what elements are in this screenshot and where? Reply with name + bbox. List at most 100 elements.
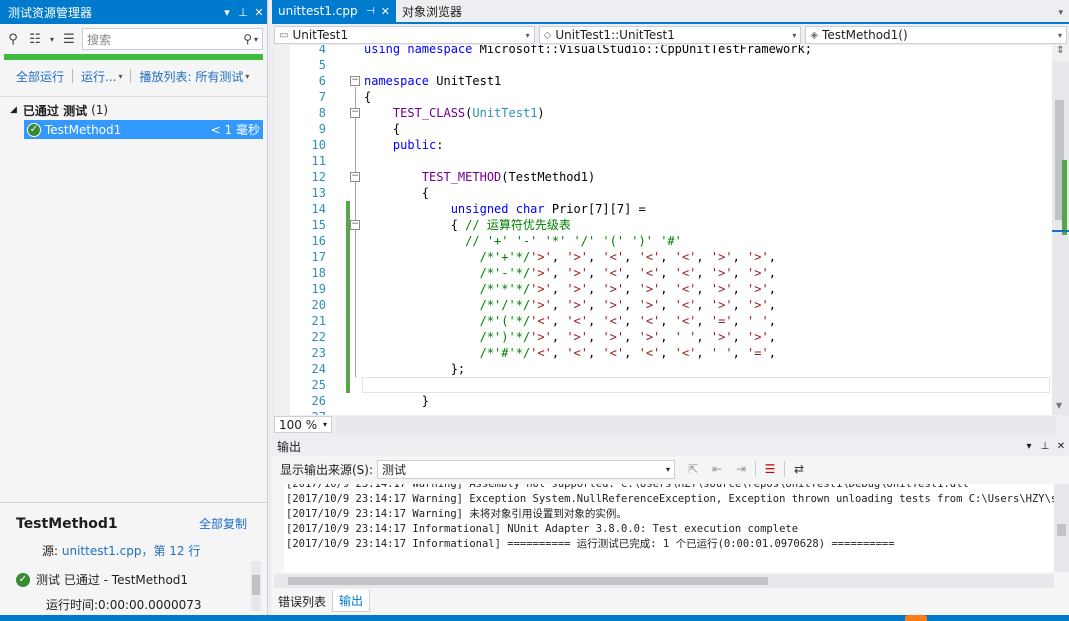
line-number: 26: [311, 394, 326, 408]
line-number: 14: [311, 202, 326, 216]
code-editor[interactable]: 4 5 6 7 8 9 10 11 12 13 14 15 16 17 18 1…: [274, 45, 1052, 415]
document-tab-strip: unittest1.cpp ⊣ ✕ 对象浏览器 ▾: [272, 0, 1069, 24]
test-item[interactable]: ✓ TestMethod1 < 1 毫秒: [24, 120, 263, 139]
test-progress-bar: [4, 54, 263, 60]
output-vertical-scrollbar[interactable]: [1054, 484, 1069, 572]
result-text: 测试 已通过 - TestMethod1: [36, 573, 189, 587]
chevron-down-icon[interactable]: ▾: [48, 30, 56, 48]
clear-all-icon[interactable]: ☰: [760, 460, 780, 478]
pin-icon[interactable]: ⊥: [235, 6, 251, 19]
zoom-combo[interactable]: 100 % ▾: [274, 416, 332, 433]
scroll-thumb[interactable]: [288, 577, 768, 585]
zoom-value: 100 %: [279, 417, 318, 432]
line-number: 6: [318, 74, 326, 88]
source-link[interactable]: unittest1.cpp，第 12 行: [62, 544, 200, 558]
collapse-icon[interactable]: −: [350, 76, 360, 86]
output-text[interactable]: [2017/10/9 23:14:17 Warning] Assembly no…: [284, 484, 1054, 572]
detail-scrollbar[interactable]: [251, 561, 261, 611]
chevron-down-icon[interactable]: ▾: [245, 72, 249, 81]
code-line: /*'('*/'<', '<', '<', '<', '<', '=', ' '…: [479, 314, 776, 328]
change-map-marker: [1062, 160, 1067, 235]
chevron-down-icon[interactable]: ▾: [1058, 8, 1063, 18]
expand-triangle-icon[interactable]: ◢: [10, 105, 17, 115]
scroll-thumb[interactable]: [252, 575, 260, 595]
code-line: { // 运算符优先级表: [364, 218, 571, 232]
line-number: 15: [311, 218, 326, 232]
dropdown-icon[interactable]: ▾: [1021, 441, 1037, 452]
method-icon: ◈: [810, 29, 819, 41]
scope-combo[interactable]: ◇ UnitTest1::UnitTest1 ▾: [538, 26, 802, 44]
chevron-down-icon[interactable]: ▾: [1058, 31, 1062, 40]
copy-all-link[interactable]: 全部复制: [199, 515, 247, 532]
output-source-value: 测试: [382, 462, 407, 477]
code-line: {: [364, 122, 401, 136]
search-icon[interactable]: ⚲: [243, 32, 252, 46]
code-line: public:: [392, 138, 444, 152]
line-number: 5: [318, 58, 326, 72]
goto-previous-icon[interactable]: ⇱: [683, 460, 703, 478]
chevron-down-icon[interactable]: ▾: [254, 35, 258, 44]
output-line: [2017/10/9 23:14:17 Warning] Assembly no…: [286, 484, 969, 490]
pin-icon[interactable]: ⊣: [366, 6, 375, 17]
word-wrap-icon[interactable]: ⇄: [789, 460, 809, 478]
hierarchy-icon[interactable]: ☰: [60, 30, 78, 48]
code-line: }: [364, 394, 430, 408]
test-name: TestMethod1: [45, 122, 122, 137]
chevron-down-icon[interactable]: ▾: [666, 465, 670, 474]
goto-next-icon[interactable]: ⇤: [707, 460, 727, 478]
group-label: 已通过 测试: [22, 103, 88, 118]
output-source-label: 显示输出来源(S):: [280, 462, 374, 477]
status-bar: [0, 615, 1069, 621]
tab-output[interactable]: 输出: [332, 590, 371, 612]
close-icon[interactable]: ✕: [381, 5, 390, 18]
find-message-icon[interactable]: ⇥: [731, 460, 751, 478]
line-number: 22: [311, 330, 326, 344]
member-combo[interactable]: ◈ TestMethod1() ▾: [805, 26, 1067, 44]
tab-unittest1-cpp[interactable]: unittest1.cpp ⊣ ✕: [272, 0, 396, 22]
pin-icon[interactable]: ⊥: [1037, 441, 1053, 452]
divider: [784, 461, 786, 477]
group-by-icon[interactable]: ⚲: [4, 30, 22, 48]
detail-result: ✓ 测试 已通过 - TestMethod1: [16, 571, 267, 588]
run-link[interactable]: 运行...: [81, 68, 116, 85]
editor-horizontal-scrollbar[interactable]: [336, 416, 1056, 433]
caret-position-marker: [1052, 230, 1069, 232]
run-all-link[interactable]: 全部运行: [16, 68, 64, 85]
close-icon[interactable]: ✕: [1053, 441, 1069, 452]
output-horizontal-scrollbar[interactable]: [274, 574, 1054, 588]
code-line: using namespace Microsoft::VisualStudio:…: [364, 45, 812, 56]
editor-vertical-scrollbar[interactable]: ⇕ ▼: [1052, 45, 1069, 415]
passed-tests-group[interactable]: ◢ 已通过 测试 (1): [0, 101, 267, 119]
tab-object-browser[interactable]: 对象浏览器: [396, 0, 468, 22]
chevron-down-icon[interactable]: ▾: [792, 31, 796, 40]
notification-indicator[interactable]: [905, 615, 927, 621]
close-icon[interactable]: ✕: [251, 6, 267, 19]
collapse-icon[interactable]: −: [350, 108, 360, 118]
line-number: 18: [311, 266, 326, 280]
output-source-combo[interactable]: 测试 ▾: [377, 459, 676, 479]
detail-source: 源: unittest1.cpp，第 12 行: [42, 542, 267, 559]
chevron-down-icon[interactable]: ▼: [1056, 401, 1062, 410]
code-line: TEST_CLASS(UnitTest1): [392, 106, 545, 120]
chevron-down-icon[interactable]: ▾: [323, 420, 327, 429]
test-actions: 全部运行 运行... ▾ 播放列表: 所有测试 ▾: [0, 64, 267, 88]
collapse-icon[interactable]: −: [350, 220, 360, 230]
indicator-margin: [274, 45, 290, 415]
divider: [72, 69, 74, 83]
output-line: [2017/10/9 23:14:17 Informational] NUnit…: [286, 523, 799, 535]
search-input[interactable]: 搜索 ⚲ ▾: [82, 28, 263, 50]
chevron-down-icon[interactable]: ▾: [118, 72, 122, 81]
split-icon[interactable]: ⇕: [1052, 45, 1069, 61]
dropdown-icon[interactable]: ▾: [219, 6, 235, 19]
tab-error-list[interactable]: 错误列表: [272, 590, 332, 612]
collapse-icon[interactable]: −: [350, 172, 360, 182]
settings-list-icon[interactable]: ☷: [26, 30, 44, 48]
project-combo[interactable]: ▭ UnitTest1 ▾: [274, 26, 535, 44]
playlist-link[interactable]: 播放列表: 所有测试: [139, 68, 243, 85]
member-value: TestMethod1(): [822, 28, 908, 42]
scroll-thumb[interactable]: [1057, 524, 1066, 536]
chevron-down-icon[interactable]: ▾: [526, 31, 530, 40]
code-text[interactable]: using namespace Microsoft::VisualStudio:…: [364, 45, 1052, 415]
file-icon: ▭: [279, 29, 289, 41]
